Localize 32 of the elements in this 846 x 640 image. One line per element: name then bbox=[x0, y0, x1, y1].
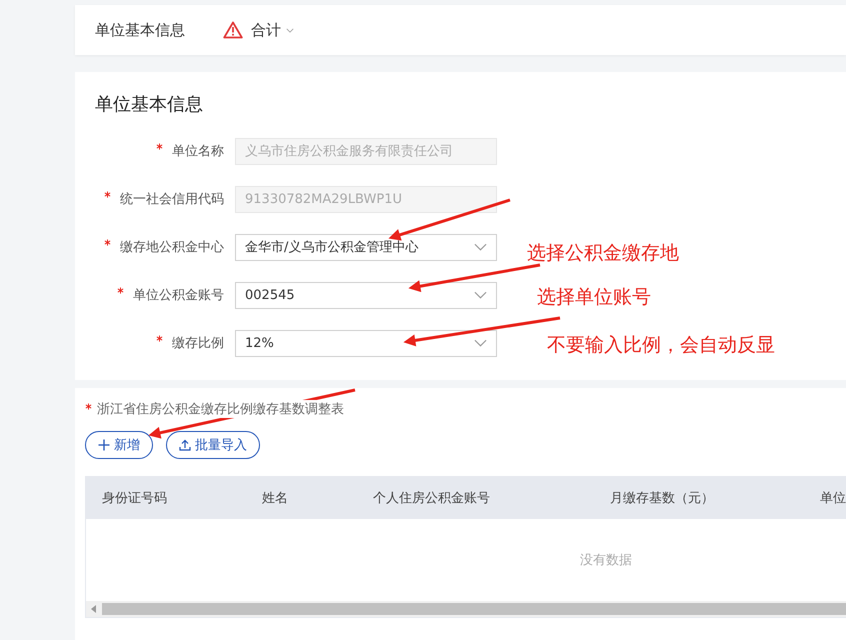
column-header: 月缴存基数（元） bbox=[609, 490, 715, 507]
annotation-text: 选择公积金缴存地 bbox=[527, 241, 679, 266]
field-label: 单位公积金账号 bbox=[133, 288, 224, 303]
annotation-text: 选择单位账号 bbox=[537, 285, 651, 310]
field-label: 缴存比例 bbox=[172, 336, 224, 351]
chevron-down-icon bbox=[474, 291, 487, 299]
empty-message: 没有数据 bbox=[580, 552, 632, 569]
field-label: 缴存地公积金中心 bbox=[120, 240, 224, 255]
section-title: 单位基本信息 bbox=[95, 93, 204, 116]
column-header: 单位 bbox=[819, 490, 846, 507]
upload-icon bbox=[179, 439, 191, 451]
horizontal-scrollbar[interactable] bbox=[86, 601, 846, 617]
chevron-down-icon bbox=[474, 243, 487, 251]
scroll-left-icon[interactable] bbox=[91, 605, 97, 613]
field-label: 统一社会信用代码 bbox=[120, 192, 224, 207]
annotation-text: 不要输入比例，会自动反显 bbox=[547, 333, 775, 358]
select-field[interactable]: 12% bbox=[235, 330, 497, 356]
column-header: 个人住房公积金账号 bbox=[372, 490, 491, 507]
plus-icon bbox=[98, 439, 110, 451]
import-button[interactable]: 批量导入 bbox=[166, 431, 260, 459]
field-label: 单位名称 bbox=[172, 144, 224, 159]
chevron-down-icon bbox=[474, 339, 487, 347]
column-header: 身份证号码 bbox=[101, 490, 168, 507]
add-button[interactable]: 新增 bbox=[85, 431, 153, 459]
table-title: 浙江省住房公积金缴存比例缴存基数调整表 bbox=[97, 400, 344, 418]
column-header: 姓名 bbox=[261, 490, 289, 507]
caret-icon bbox=[286, 28, 294, 32]
header-title: 单位基本信息 bbox=[95, 20, 185, 40]
select-field[interactable]: 金华市/义乌市公积金管理中心 bbox=[235, 234, 497, 260]
total-dropdown[interactable]: 合计 bbox=[251, 20, 294, 40]
select-field[interactable]: 002545 bbox=[235, 282, 497, 308]
warning-icon bbox=[223, 21, 243, 39]
